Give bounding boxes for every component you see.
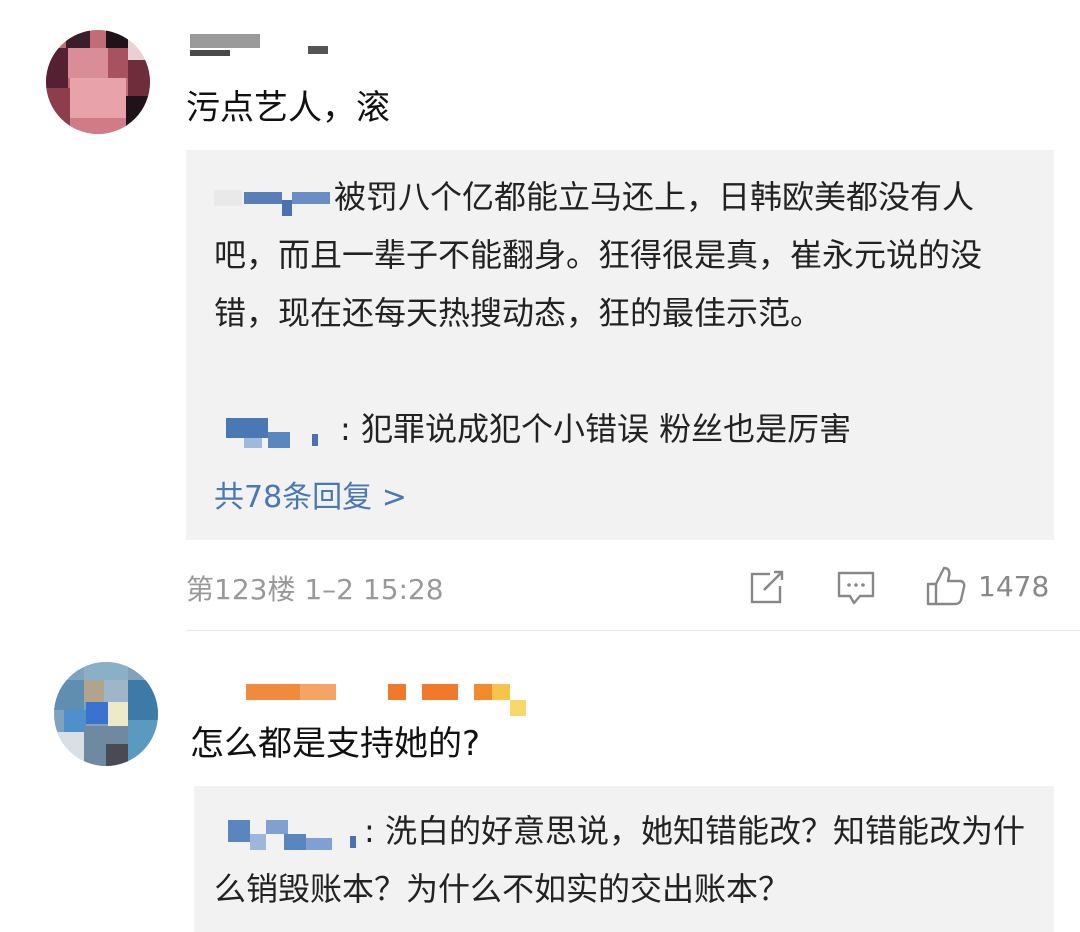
comment-text: 怎么都是支持她的?	[190, 724, 481, 764]
more-replies-link[interactable]: 共78条回复 >	[214, 472, 407, 516]
reply-item[interactable]: : 犯罪说成犯个小错误 粉丝也是厉害	[214, 400, 1030, 458]
divider	[186, 630, 1080, 631]
reply-box: 被罚八个亿都能立马还上，日韩欧美都没有人吧，而且一辈子不能翻身。狂得很是真，崔永…	[186, 150, 1054, 540]
comment-button[interactable]	[836, 568, 876, 608]
reply-box: : 洗白的好意思说，她知错能改？知错能改为什么销毁账本？为什么不如实的交出账本？	[194, 786, 1054, 932]
share-icon	[750, 568, 786, 604]
reply-text: : 犯罪说成犯个小错误 粉丝也是厉害	[340, 410, 852, 448]
share-button[interactable]	[748, 566, 788, 606]
avatar[interactable]	[54, 662, 158, 766]
thumbs-up-icon	[926, 566, 966, 606]
reply-username-blurred[interactable]	[214, 816, 364, 850]
comment-item: 污点艺人，滚 被罚八个亿都能立马还上，日韩欧美都没有人吧，而且一辈子不能翻身。狂…	[0, 0, 1080, 632]
comment-item: 怎么都是支持她的? : 洗白的好意思说，她知错能改？知错能改为什么销毁账本？为什…	[0, 632, 1080, 932]
like-button[interactable]: 1478	[924, 564, 1049, 608]
like-count: 1478	[978, 569, 1050, 603]
username-blurred[interactable]	[190, 34, 340, 56]
reply-item[interactable]: 被罚八个亿都能立马还上，日韩欧美都没有人吧，而且一辈子不能翻身。狂得很是真，崔永…	[214, 168, 1030, 342]
username-blurred[interactable]	[246, 684, 536, 716]
comment-icon	[837, 571, 875, 605]
reply-username-blurred[interactable]	[214, 182, 334, 216]
avatar[interactable]	[46, 30, 150, 134]
comment-text: 污点艺人，滚	[186, 88, 390, 128]
reply-username-blurred[interactable]	[214, 414, 340, 448]
floor-and-time: 第123楼 1–2 15:28	[186, 573, 444, 606]
reply-item[interactable]: : 洗白的好意思说，她知错能改？知错能改为什么销毁账本？为什么不如实的交出账本？	[214, 802, 1034, 918]
